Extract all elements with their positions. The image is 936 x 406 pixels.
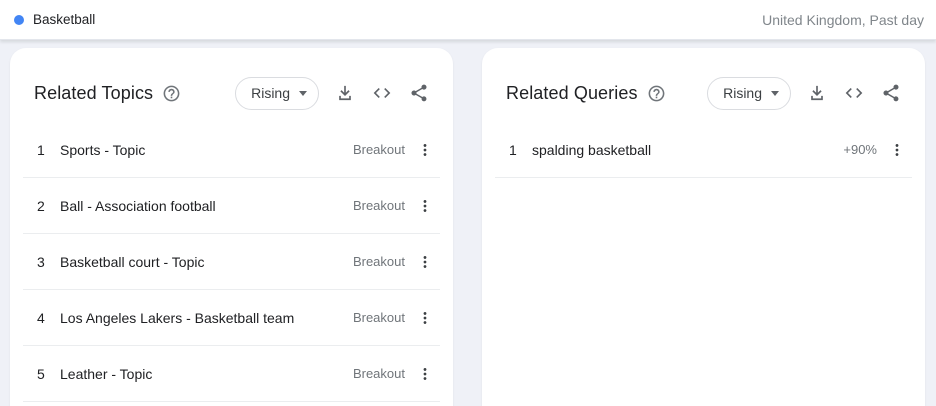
rank: 5: [37, 365, 45, 382]
help-icon[interactable]: [647, 84, 666, 103]
panel-title: Related Queries: [506, 82, 638, 103]
list-item[interactable]: 1 Sports - Topic Breakout: [23, 122, 440, 178]
caret-down-icon: [299, 90, 307, 96]
geo-time-scope-label: United Kingdom, Past day: [762, 11, 924, 28]
more-vert-icon[interactable]: [415, 252, 435, 272]
panel-title: Related Topics: [34, 82, 154, 103]
trend-value: Breakout: [352, 310, 405, 325]
query-label: spalding basketball: [532, 141, 652, 158]
list-item[interactable]: 4 Los Angeles Lakers - Basketball team B…: [23, 290, 440, 346]
embed-button[interactable]: [844, 83, 864, 103]
trend-value: Breakout: [352, 254, 405, 269]
more-vert-icon[interactable]: [415, 308, 435, 328]
download-button[interactable]: [807, 83, 827, 103]
rank: 1: [37, 141, 45, 158]
list-item[interactable]: 3 Basketball court - Topic Breakout: [23, 234, 440, 290]
more-vert-icon[interactable]: [887, 140, 907, 160]
more-vert-icon[interactable]: [415, 140, 435, 160]
related-queries-list: 1 spalding basketball +90%: [482, 122, 925, 178]
trend-value: Breakout: [352, 366, 405, 381]
rank: 4: [37, 309, 45, 326]
sort-dropdown-value: Rising: [251, 85, 290, 101]
rank: 2: [37, 197, 45, 214]
panels-container: Related Topics Rising 1 Sports - Topic B…: [10, 48, 925, 406]
related-topics-list: 1 Sports - Topic Breakout 2 Ball - Assoc…: [10, 122, 453, 402]
list-item[interactable]: 2 Ball - Association football Breakout: [23, 178, 440, 234]
caret-down-icon: [771, 90, 779, 96]
sort-dropdown[interactable]: Rising: [235, 76, 319, 110]
related-topics-header: Related Topics Rising: [10, 48, 453, 118]
sort-dropdown-value: Rising: [723, 85, 762, 101]
topic-label: Leather - Topic: [60, 365, 153, 382]
sort-dropdown[interactable]: Rising: [707, 76, 791, 110]
rank: 1: [509, 141, 517, 158]
trend-value: +90%: [843, 142, 877, 157]
topic-label: Los Angeles Lakers - Basketball team: [60, 309, 295, 326]
topic-label: Sports - Topic: [60, 141, 146, 158]
related-queries-header: Related Queries Rising: [482, 48, 925, 118]
related-queries-card: Related Queries Rising 1 spalding basket…: [482, 48, 925, 406]
topic-label: Basketball court - Topic: [60, 253, 205, 270]
share-button[interactable]: [409, 83, 429, 103]
help-icon[interactable]: [162, 84, 181, 103]
related-topics-card: Related Topics Rising 1 Sports - Topic B…: [10, 48, 453, 406]
rank: 3: [37, 253, 45, 270]
share-button[interactable]: [881, 83, 901, 103]
list-item[interactable]: 5 Leather - Topic Breakout: [23, 346, 440, 402]
list-item[interactable]: 1 spalding basketball +90%: [495, 122, 912, 178]
topic-label: Ball - Association football: [60, 197, 216, 214]
search-term-label: Basketball: [33, 12, 96, 27]
more-vert-icon[interactable]: [415, 196, 435, 216]
trend-value: Breakout: [352, 198, 405, 213]
embed-button[interactable]: [372, 83, 392, 103]
trends-term-bar: Basketball United Kingdom, Past day: [0, 0, 936, 40]
download-button[interactable]: [335, 83, 355, 103]
term-color-dot-icon: [14, 14, 24, 25]
trend-value: Breakout: [352, 142, 405, 157]
more-vert-icon[interactable]: [415, 364, 435, 384]
